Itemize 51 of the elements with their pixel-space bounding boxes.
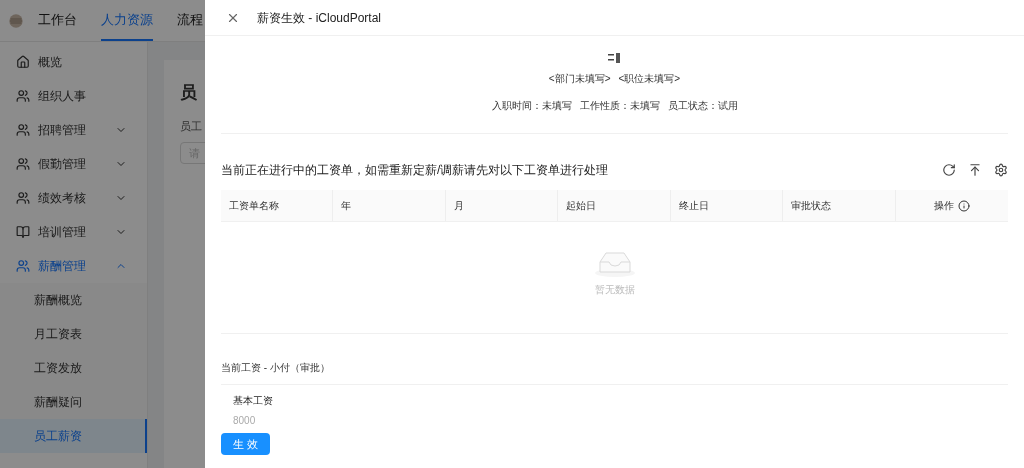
settings-icon xyxy=(994,163,1008,177)
nav-tab[interactable]: 流程 xyxy=(177,0,203,41)
people-icon xyxy=(16,259,30,273)
people-icon xyxy=(16,157,30,171)
field-label: 员工 xyxy=(180,118,202,134)
current-salary-title: 当前工资 - 小付（审批） xyxy=(221,360,1008,385)
redacted-name-drawing xyxy=(607,52,622,63)
drawer-title: 薪资生效 - iCloudPortal xyxy=(257,9,382,27)
sidebar-item[interactable]: 组织人事 xyxy=(0,79,147,113)
column-header: 工资单名称 xyxy=(229,199,279,213)
sidebar-item[interactable]: 绩效考核 xyxy=(0,181,147,215)
density-button[interactable] xyxy=(968,163,982,177)
sidebar-item[interactable]: 假勤管理 xyxy=(0,147,147,181)
column-header: 审批状态 xyxy=(791,199,832,213)
empty-inbox-icon xyxy=(593,250,636,278)
apply-button[interactable]: 生 效 xyxy=(221,433,271,455)
nav-tab[interactable]: 工作台 xyxy=(38,0,77,41)
people-icon xyxy=(16,191,30,205)
sidebar-subitem[interactable]: 薪酬疑问 xyxy=(0,385,147,419)
home-icon xyxy=(16,55,30,69)
people-icon xyxy=(16,89,30,103)
book-icon xyxy=(16,225,30,239)
sidebar-item[interactable]: 培训管理 xyxy=(0,215,147,249)
logo-icon xyxy=(8,12,24,29)
position-text: <职位未填写> xyxy=(618,72,681,86)
column-header: 年 xyxy=(341,199,352,213)
sidebar-item[interactable]: 概览 xyxy=(0,45,147,79)
column-header: 起始日 xyxy=(566,199,597,213)
refresh-button[interactable] xyxy=(942,163,956,177)
people-icon xyxy=(16,123,30,137)
column-header: 操作 xyxy=(933,199,954,213)
sidebar-item[interactable]: 薪酬管理 xyxy=(0,249,147,283)
department-text: <部门未填写> xyxy=(548,72,611,86)
info-icon xyxy=(957,199,970,212)
column-header: 月 xyxy=(453,199,464,213)
sidebar-subitem[interactable]: 工资发放 xyxy=(0,351,147,385)
column-header: 终止日 xyxy=(678,199,709,213)
arrow-up-line-icon xyxy=(968,163,982,177)
sidebar-subitem[interactable]: 月工资表 xyxy=(0,317,147,351)
page-title: 员 xyxy=(180,82,197,104)
section-title: 当前正在进行中的工资单，如需重新定薪/调薪请先对以下工资单进行处理 xyxy=(221,162,609,179)
settings-button[interactable] xyxy=(994,163,1008,177)
refresh-icon xyxy=(942,163,956,177)
salary-label: 基本工资 xyxy=(233,394,274,408)
sidebar-subitem[interactable]: 薪酬概览 xyxy=(0,283,147,317)
profile-info: 员工状态：试用 xyxy=(667,99,738,113)
salary-value: 8000 xyxy=(233,414,257,428)
sidebar-item[interactable]: 招聘管理 xyxy=(0,113,147,147)
profile-info: 入职时间：未填写 xyxy=(491,99,572,113)
profile-info: 工作性质：未填写 xyxy=(579,99,660,113)
sidebar-subitem[interactable]: 员工薪资 xyxy=(0,419,147,453)
